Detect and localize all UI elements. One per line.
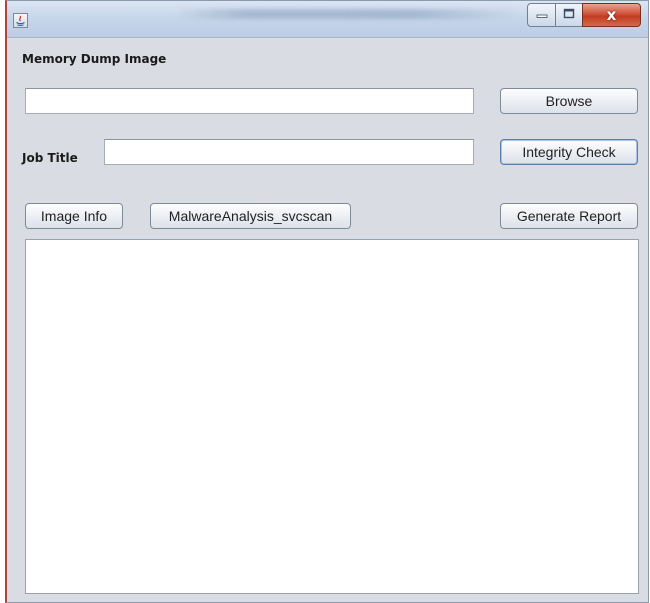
generate-report-button[interactable]: Generate Report (500, 203, 638, 229)
close-icon: x (606, 5, 617, 24)
title-bar[interactable]: x (7, 1, 648, 38)
minimize-icon (536, 6, 548, 24)
window-title-blurred (177, 9, 517, 19)
memory-dump-image-label: Memory Dump Image (22, 52, 167, 66)
maximize-icon (563, 6, 575, 24)
close-button[interactable]: x (582, 3, 641, 27)
malware-analysis-svcscan-button[interactable]: MalwareAnalysis_svcscan (150, 203, 351, 229)
java-icon[interactable] (13, 13, 28, 28)
job-title-label: Job Title (22, 151, 78, 165)
output-text-area[interactable] (25, 239, 639, 594)
app-window: x Memory Dump Image Browse Job Title Int… (5, 0, 649, 603)
maximize-button[interactable] (555, 3, 583, 27)
image-info-button[interactable]: Image Info (25, 203, 123, 229)
minimize-button[interactable] (527, 3, 556, 27)
integrity-check-button[interactable]: Integrity Check (500, 139, 638, 165)
browse-button[interactable]: Browse (500, 88, 638, 114)
image-path-input[interactable] (25, 88, 474, 114)
job-title-input[interactable] (104, 139, 474, 165)
